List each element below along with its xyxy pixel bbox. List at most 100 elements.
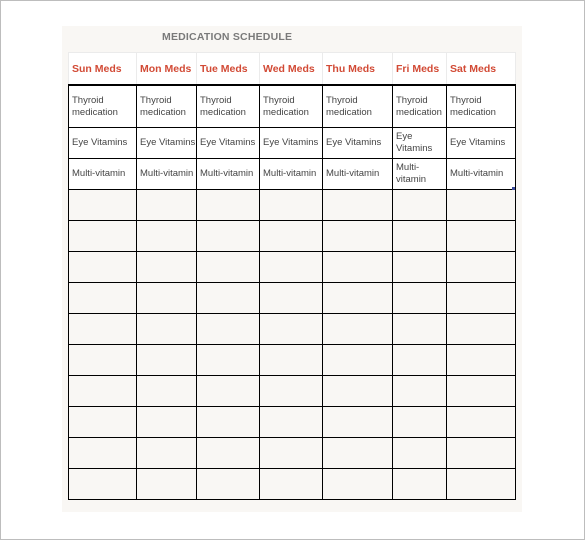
blank-table-cell[interactable]: [446, 220, 516, 252]
blank-table-cell[interactable]: [196, 406, 260, 438]
blank-table-cell[interactable]: [446, 313, 516, 345]
blank-table-cell[interactable]: [259, 468, 323, 500]
blank-table-cell[interactable]: [68, 437, 137, 469]
blank-table-cell[interactable]: [196, 220, 260, 252]
table-cell[interactable]: Multi-vitamin: [392, 158, 447, 190]
blank-table-cell[interactable]: [68, 406, 137, 438]
table-cell[interactable]: Multi-vitamin: [68, 158, 137, 190]
blank-table-cell[interactable]: [392, 375, 447, 407]
table-cell[interactable]: Multi-vitamin: [259, 158, 323, 190]
table-cell[interactable]: Thyroid medication: [259, 84, 323, 128]
blank-table-cell[interactable]: [322, 189, 393, 221]
blank-table-cell[interactable]: [68, 251, 137, 283]
blank-table-cell[interactable]: [136, 282, 197, 314]
blank-table-cell[interactable]: [446, 468, 516, 500]
blank-table-cell[interactable]: [259, 344, 323, 376]
table-cell[interactable]: Eye Vitamins: [446, 127, 516, 159]
blank-table-cell[interactable]: [322, 282, 393, 314]
table-cell[interactable]: Thyroid medication: [196, 84, 260, 128]
blank-table-cell[interactable]: [136, 251, 197, 283]
blank-table-row: [68, 251, 516, 283]
blank-table-cell[interactable]: [196, 251, 260, 283]
blank-table-cell[interactable]: [446, 406, 516, 438]
blank-table-cell[interactable]: [446, 282, 516, 314]
table-cell[interactable]: Multi-vitamin: [446, 158, 516, 190]
blank-table-cell[interactable]: [446, 375, 516, 407]
blank-table-cell[interactable]: [136, 406, 197, 438]
blank-table-cell[interactable]: [68, 220, 137, 252]
column-header-thu: Thu Meds: [322, 52, 393, 86]
table-cell[interactable]: Eye Vitamins: [68, 127, 137, 159]
column-header-wed: Wed Meds: [259, 52, 323, 86]
blank-table-cell[interactable]: [446, 344, 516, 376]
blank-table-cell[interactable]: [392, 189, 447, 221]
blank-table-cell[interactable]: [259, 189, 323, 221]
table-cell[interactable]: Thyroid medication: [446, 84, 516, 128]
table-cell[interactable]: Multi-vitamin: [322, 158, 393, 190]
column-header-sat: Sat Meds: [446, 52, 516, 86]
table-cell[interactable]: Multi-vitamin: [136, 158, 197, 190]
table-cell[interactable]: Thyroid medication: [392, 84, 447, 128]
blank-table-cell[interactable]: [136, 220, 197, 252]
blank-table-cell[interactable]: [392, 220, 447, 252]
blank-table-cell[interactable]: [196, 375, 260, 407]
header-row: Sun Meds Mon Meds Tue Meds Wed Meds Thu …: [68, 52, 516, 86]
medication-schedule-table: Sun Meds Mon Meds Tue Meds Wed Meds Thu …: [68, 52, 516, 500]
table-cell[interactable]: Thyroid medication: [136, 84, 197, 128]
blank-table-cell[interactable]: [68, 344, 137, 376]
blank-table-cell[interactable]: [446, 437, 516, 469]
blank-table-cell[interactable]: [136, 189, 197, 221]
blank-table-cell[interactable]: [446, 189, 516, 221]
blank-table-cell[interactable]: [196, 468, 260, 500]
blank-table-cell[interactable]: [259, 406, 323, 438]
blank-table-cell[interactable]: [196, 282, 260, 314]
blank-table-cell[interactable]: [322, 375, 393, 407]
blank-table-cell[interactable]: [392, 251, 447, 283]
blank-table-cell[interactable]: [68, 468, 137, 500]
blank-table-cell[interactable]: [68, 282, 137, 314]
blank-table-cell[interactable]: [136, 437, 197, 469]
blank-table-cell[interactable]: [196, 437, 260, 469]
blank-table-cell[interactable]: [392, 282, 447, 314]
blank-table-cell[interactable]: [259, 282, 323, 314]
table-cell[interactable]: Eye Vitamins: [196, 127, 260, 159]
blank-table-cell[interactable]: [392, 406, 447, 438]
blank-table-cell[interactable]: [322, 406, 393, 438]
table-cell[interactable]: Thyroid medication: [68, 84, 137, 128]
table-cell[interactable]: Eye Vitamins: [259, 127, 323, 159]
blank-table-cell[interactable]: [196, 313, 260, 345]
blank-table-cell[interactable]: [322, 468, 393, 500]
blank-table-cell[interactable]: [392, 344, 447, 376]
table-cell[interactable]: Eye Vitamins: [136, 127, 197, 159]
blank-table-cell[interactable]: [259, 251, 323, 283]
blank-table-cell[interactable]: [259, 220, 323, 252]
blank-table-cell[interactable]: [259, 437, 323, 469]
blank-table-cell[interactable]: [392, 313, 447, 345]
blank-table-cell[interactable]: [322, 437, 393, 469]
blank-table-cell[interactable]: [322, 251, 393, 283]
blank-table-cell[interactable]: [322, 220, 393, 252]
blank-table-cell[interactable]: [68, 189, 137, 221]
blank-table-cell[interactable]: [259, 313, 323, 345]
table-cell[interactable]: Eye Vitamins: [392, 127, 447, 159]
blank-table-cell[interactable]: [392, 468, 447, 500]
blank-table-cell[interactable]: [259, 375, 323, 407]
blank-table-cell[interactable]: [196, 189, 260, 221]
blank-table-cell[interactable]: [322, 313, 393, 345]
blank-table-cell[interactable]: [68, 375, 137, 407]
blank-table-cell[interactable]: [136, 344, 197, 376]
blank-table-cell[interactable]: [392, 437, 447, 469]
blank-table-cell[interactable]: [322, 344, 393, 376]
blank-table-cell[interactable]: [446, 251, 516, 283]
blank-table-row: [68, 406, 516, 438]
table-cell[interactable]: Multi-vitamin: [196, 158, 260, 190]
blank-table-cell[interactable]: [136, 375, 197, 407]
table-cell[interactable]: Thyroid medication: [322, 84, 393, 128]
blank-table-cell[interactable]: [196, 344, 260, 376]
blank-table-cell[interactable]: [136, 468, 197, 500]
column-header-sun: Sun Meds: [68, 52, 137, 86]
table-cell[interactable]: Eye Vitamins: [322, 127, 393, 159]
table-resize-handle[interactable]: [512, 187, 515, 190]
blank-table-cell[interactable]: [136, 313, 197, 345]
blank-table-cell[interactable]: [68, 313, 137, 345]
